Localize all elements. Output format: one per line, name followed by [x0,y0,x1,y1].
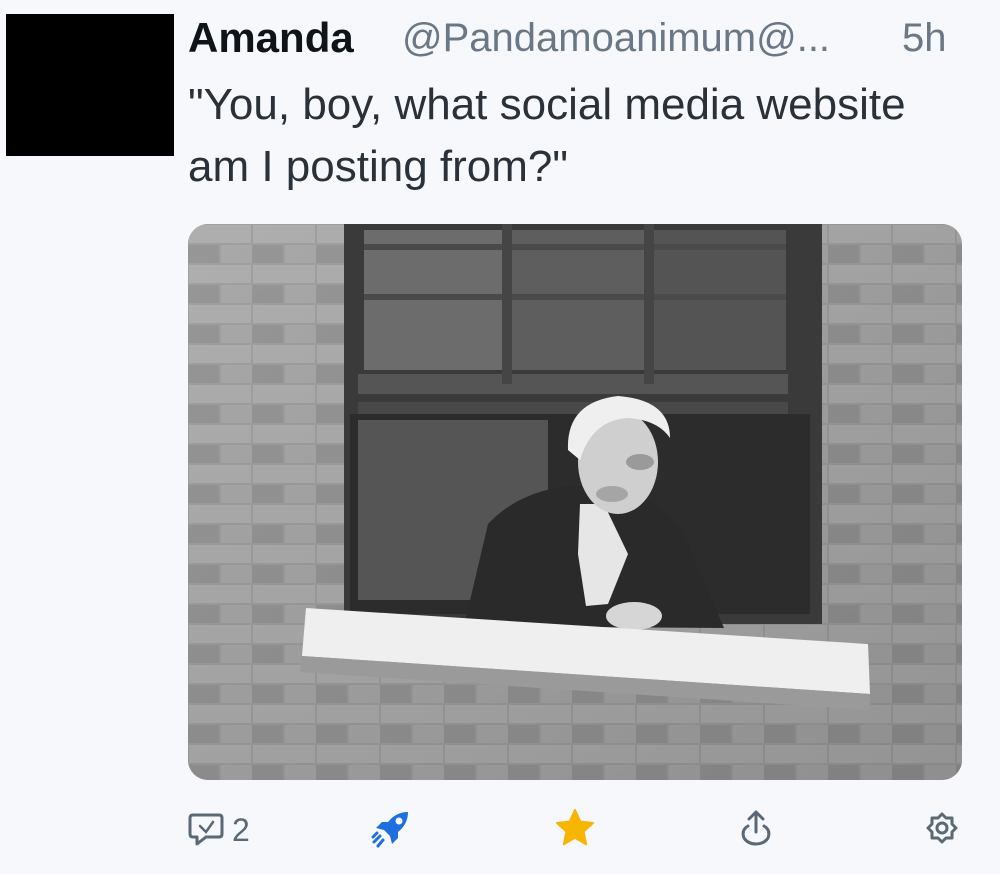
reply-count: 2 [232,812,250,848]
author-name[interactable]: Amanda [188,14,354,62]
favourite-star-icon [554,807,596,854]
post-header: Amanda @Pandamoanimum@... 5h [188,14,968,66]
post-actions: 2 [0,808,1000,856]
boost-button[interactable] [370,808,414,852]
avatar[interactable] [6,14,174,156]
more-settings-icon [920,806,964,855]
post-image[interactable] [188,224,962,780]
share-icon [736,806,780,855]
more-button[interactable] [920,808,964,852]
share-button[interactable] [736,808,780,852]
reply-button[interactable]: 2 [186,808,250,852]
favourite-button[interactable] [554,808,596,852]
boost-rocket-icon [370,806,414,855]
post-text: "You, boy, what social media website am … [188,80,906,191]
author-handle[interactable]: @Pandamoanimum@... [402,14,830,62]
post-card: Amanda @Pandamoanimum@... 5h "You, boy, … [0,0,1000,874]
reply-icon [186,808,226,853]
post-timestamp[interactable]: 5h [902,14,947,62]
